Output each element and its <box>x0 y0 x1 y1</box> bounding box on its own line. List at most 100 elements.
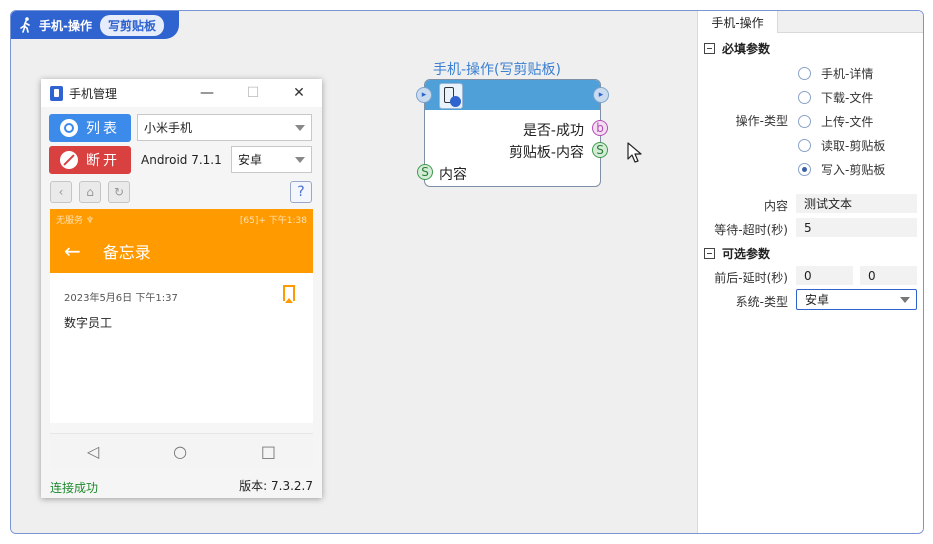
phone-screen[interactable]: 无服务 ♆ [65]+ 下午1:38 ← 备忘录 2023年5月6日 下午1:3… <box>50 209 313 469</box>
collapse-icon[interactable] <box>704 43 715 54</box>
panel-tabbar: 手机-操作 <box>698 11 923 33</box>
content-label: 内容 <box>763 199 788 213</box>
maximize-button[interactable]: ☐ <box>230 85 276 101</box>
input-content-label: 内容 <box>439 167 467 183</box>
status-right: [65]+ 下午1:38 <box>239 215 307 226</box>
properties-panel: 手机-操作 必填参数 操作-类型 手机-详情 下载-文件 上传-文件 读取-剪贴… <box>697 11 923 533</box>
phone-operation-node[interactable]: ▸ ▸ 是否-成功 b 剪贴板-内容 S S 内容 <box>416 79 609 187</box>
tab-phone-operation[interactable]: 手机-操作 <box>698 11 778 33</box>
phone-settings-icon <box>439 83 463 109</box>
gear-icon <box>450 96 461 107</box>
device-select[interactable]: 小米手机 <box>137 114 312 141</box>
disconnect-button-label: 断开 <box>86 153 120 169</box>
flow-out-port-icon[interactable]: ▸ <box>593 87 609 103</box>
radio-op-3[interactable]: 读取-剪贴板 <box>798 137 885 154</box>
disconnect-button[interactable]: 断开 <box>49 146 131 174</box>
mouse-cursor-icon <box>627 142 642 163</box>
chevron-down-icon <box>900 297 910 303</box>
system-type-select[interactable]: 安卓 <box>796 289 917 310</box>
memo-date: 2023年5月6日 下午1:37 <box>64 293 178 304</box>
radio-label: 下载-文件 <box>821 91 874 105</box>
nav-back-icon[interactable]: ◁ <box>87 442 99 461</box>
phone-app-icon <box>50 85 63 101</box>
phone-window-title: 手机管理 <box>69 86 118 101</box>
collapse-icon[interactable] <box>704 248 715 259</box>
main-frame: 手机-操作 写剪贴板 手机管理 — ☐ ✕ 列表 断开 小米手机 Android… <box>10 10 924 534</box>
radio-op-0[interactable]: 手机-详情 <box>798 65 873 82</box>
header-title: 手机-操作 <box>39 18 92 33</box>
list-button-label: 列表 <box>86 121 120 137</box>
optional-section-header[interactable]: 可选参数 <box>704 245 770 262</box>
output-success-label: 是否-成功 <box>522 123 584 139</box>
system-type-label: 系统-类型 <box>735 295 788 309</box>
app-title: 备忘录 <box>102 243 151 262</box>
radio-circle[interactable] <box>798 115 811 128</box>
content-field[interactable]: 测试文本 <box>796 194 917 213</box>
android-app-bar: ← 备忘录 <box>50 229 313 273</box>
minimize-button[interactable]: — <box>184 85 230 101</box>
close-button[interactable]: ✕ <box>276 85 322 101</box>
radio-circle[interactable] <box>798 91 811 104</box>
refresh-icon <box>60 119 78 137</box>
output-success-pin[interactable]: b <box>592 120 608 136</box>
reload-nav-button[interactable]: ↻ <box>108 181 130 203</box>
android-nav-bar: ◁ ○ □ <box>50 433 313 469</box>
radio-label: 手机-详情 <box>821 67 874 81</box>
op-type-label: 操作-类型 <box>735 114 788 128</box>
phone-window-titlebar[interactable]: 手机管理 — ☐ ✕ <box>41 79 322 107</box>
radio-op-4[interactable]: 写入-剪贴板 <box>798 161 885 178</box>
help-button[interactable]: ? <box>290 181 312 203</box>
system-type-value: 安卓 <box>805 293 830 307</box>
flow-in-port-icon[interactable]: ▸ <box>416 87 432 103</box>
input-content-pin[interactable]: S <box>417 164 433 180</box>
output-clipboard-label: 剪贴板-内容 <box>508 145 584 161</box>
radio-circle[interactable] <box>798 139 811 152</box>
flow-canvas[interactable]: 手机-操作 写剪贴板 手机管理 — ☐ ✕ 列表 断开 小米手机 Android… <box>11 11 697 533</box>
optional-section-title: 可选参数 <box>722 247 771 261</box>
delay-after-field[interactable]: 0 <box>860 266 917 285</box>
timeout-label: 等待-超时(秒) <box>714 223 788 237</box>
version-label: 版本: 7.3.2.7 <box>239 479 313 493</box>
os-select[interactable]: 安卓 <box>231 146 312 173</box>
phone-manager-window: 手机管理 — ☐ ✕ 列表 断开 小米手机 Android 7.1.1 安卓 ‹… <box>41 79 322 498</box>
bookmark-icon[interactable] <box>283 285 295 303</box>
chevron-down-icon <box>295 157 305 163</box>
radio-label: 上传-文件 <box>821 115 874 129</box>
required-section-title: 必填参数 <box>722 42 771 56</box>
header-pill: 手机-操作 写剪贴板 <box>11 11 179 39</box>
chevron-left-icon: ‹ <box>58 185 64 199</box>
home-nav-button[interactable]: ⌂ <box>79 181 101 203</box>
chevron-down-icon <box>295 125 305 131</box>
delay-label: 前后-延时(秒) <box>714 271 788 285</box>
radio-op-1[interactable]: 下载-文件 <box>798 89 873 106</box>
back-arrow-icon[interactable]: ← <box>64 239 81 263</box>
node-title: 手机-操作(写剪贴板) <box>433 62 561 78</box>
nav-recent-icon[interactable]: □ <box>261 442 276 461</box>
node-header <box>425 80 600 110</box>
required-section-header[interactable]: 必填参数 <box>704 40 770 57</box>
memo-card[interactable]: 2023年5月6日 下午1:37 数字员工 <box>50 273 313 423</box>
android-status-bar: 无服务 ♆ [65]+ 下午1:38 <box>50 209 313 229</box>
os-select-value: 安卓 <box>238 153 263 167</box>
reload-icon: ↻ <box>113 185 125 199</box>
header-badge: 写剪贴板 <box>99 14 164 36</box>
disconnect-icon <box>60 151 78 169</box>
radio-label: 读取-剪贴板 <box>821 139 886 153</box>
device-select-value: 小米手机 <box>144 121 193 135</box>
memo-content: 数字员工 <box>64 316 113 330</box>
nav-home-icon[interactable]: ○ <box>173 442 187 461</box>
radio-circle[interactable] <box>798 67 811 80</box>
connection-status: 连接成功 <box>50 481 99 495</box>
radio-label: 写入-剪贴板 <box>821 163 886 177</box>
status-left: 无服务 ♆ <box>56 215 94 226</box>
radio-circle-selected[interactable] <box>798 163 811 176</box>
home-icon: ⌂ <box>86 185 94 199</box>
android-version: Android 7.1.1 <box>141 153 222 167</box>
radio-op-2[interactable]: 上传-文件 <box>798 113 873 130</box>
back-nav-button[interactable]: ‹ <box>50 181 72 203</box>
output-clipboard-pin[interactable]: S <box>592 142 608 158</box>
list-button[interactable]: 列表 <box>49 114 131 142</box>
delay-before-field[interactable]: 0 <box>796 266 853 285</box>
timeout-field[interactable]: 5 <box>796 218 917 237</box>
walk-icon <box>20 17 30 33</box>
